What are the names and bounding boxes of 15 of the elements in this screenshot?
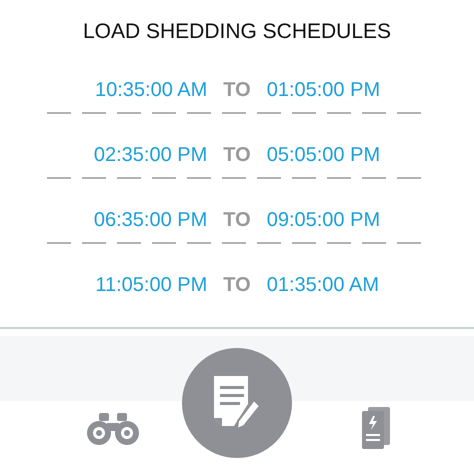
end-time[interactable]: 01:05:00 PM <box>266 78 417 102</box>
separator-label: TO <box>223 273 251 297</box>
separator-label: TO <box>223 78 251 102</box>
start-time[interactable]: 11:05:00 PM <box>57 273 208 297</box>
start-time[interactable]: 10:35:00 AM <box>57 78 208 102</box>
bill-icon[interactable] <box>360 407 392 449</box>
separator-label: TO <box>223 208 251 232</box>
screen-title: LOAD SHEDDING SCHEDULES <box>82 20 392 44</box>
start-time[interactable]: 02:35:00 PM <box>57 143 208 167</box>
binoculars-icon[interactable] <box>85 413 141 445</box>
end-time[interactable]: 01:35:00 AM <box>266 273 417 297</box>
start-time[interactable]: 06:35:00 PM <box>57 208 208 232</box>
end-time[interactable]: 05:05:00 PM <box>266 143 417 167</box>
end-time[interactable]: 09:05:00 PM <box>266 208 417 232</box>
separator-label: TO <box>223 143 251 167</box>
